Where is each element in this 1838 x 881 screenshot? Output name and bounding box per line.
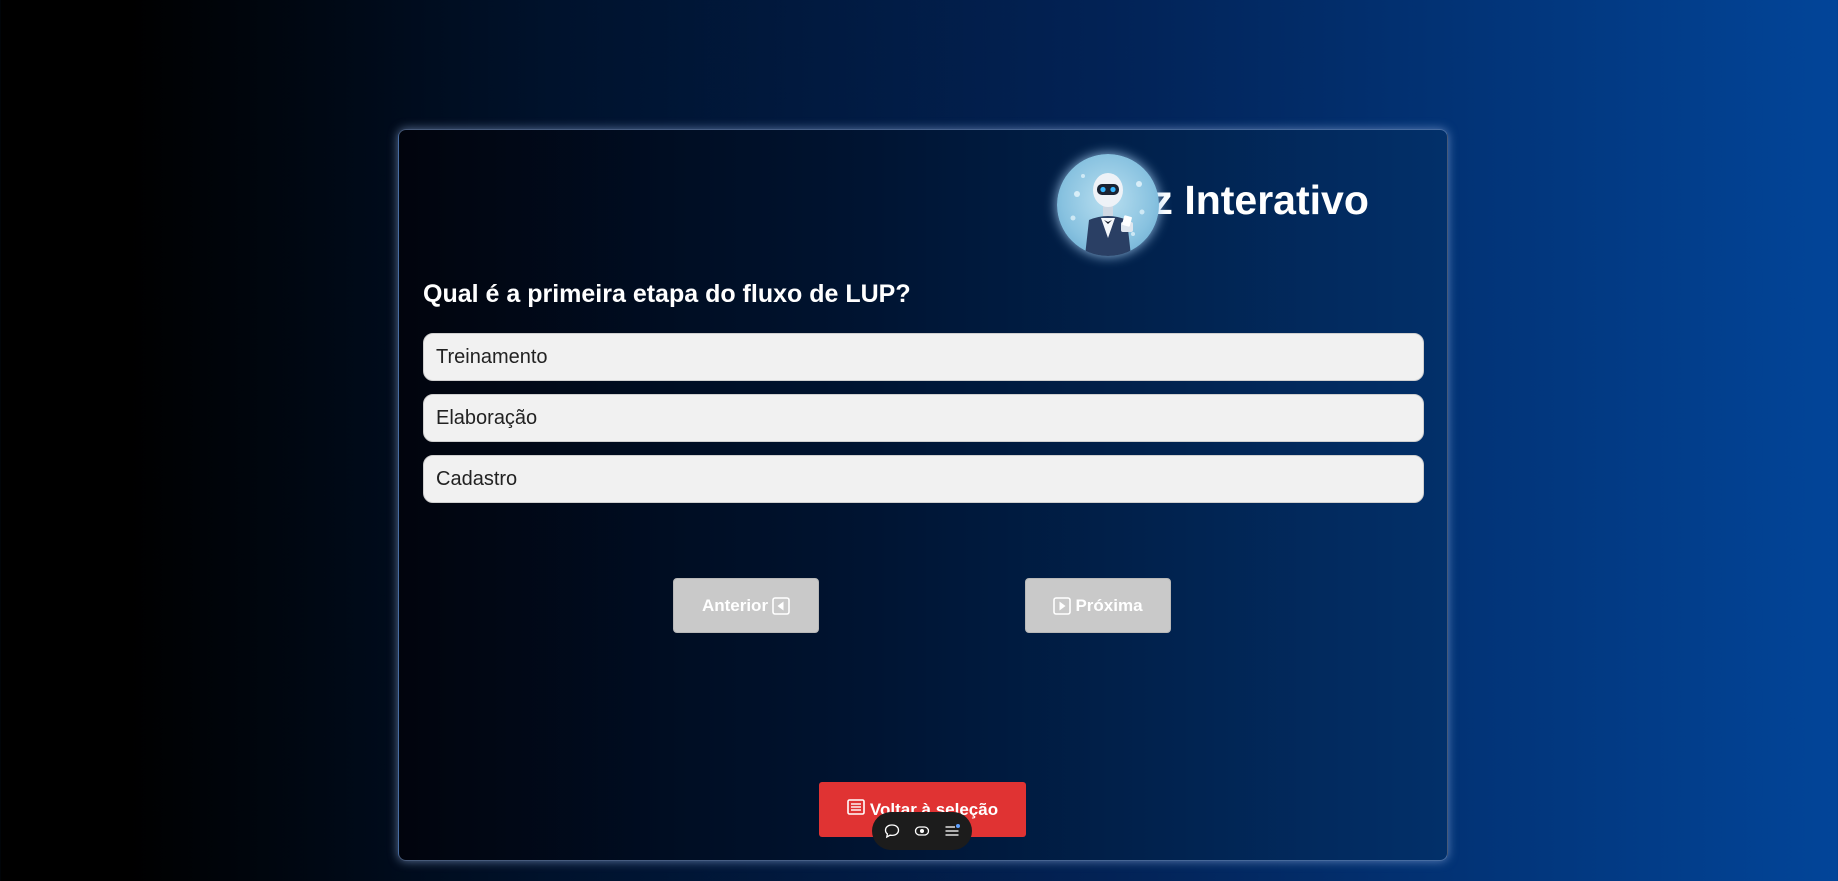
answer-option-label: Elaboração bbox=[436, 406, 538, 429]
list-card-icon bbox=[847, 799, 865, 820]
next-button-label: Próxima bbox=[1075, 595, 1143, 615]
answer-option-label: Cadastro bbox=[436, 467, 518, 490]
next-button[interactable]: Próxima bbox=[1025, 578, 1171, 633]
answer-option[interactable]: Elaboração bbox=[423, 394, 1424, 442]
list-icon[interactable] bbox=[943, 822, 961, 840]
caret-right-square-icon bbox=[1053, 596, 1072, 615]
answer-option[interactable]: Cadastro bbox=[423, 455, 1424, 503]
answer-option-label: Treinamento bbox=[436, 345, 548, 368]
robot-avatar bbox=[1057, 154, 1159, 256]
previous-button-label: Anterior bbox=[701, 595, 769, 615]
answer-option[interactable]: Treinamento bbox=[423, 333, 1424, 381]
previous-button[interactable]: Anterior bbox=[673, 578, 819, 633]
floating-toolbar bbox=[872, 812, 972, 850]
eye-icon[interactable] bbox=[913, 822, 931, 840]
answer-options: Treinamento Elaboração Cadastro bbox=[423, 333, 1424, 516]
question-text: Qual é a primeira etapa do fluxo de LUP? bbox=[423, 280, 911, 308]
caret-left-square-icon bbox=[772, 596, 790, 615]
quiz-card: Quiz Interativo Qual é a primeira etapa bbox=[398, 129, 1448, 861]
chat-bubble-icon[interactable] bbox=[883, 822, 901, 840]
